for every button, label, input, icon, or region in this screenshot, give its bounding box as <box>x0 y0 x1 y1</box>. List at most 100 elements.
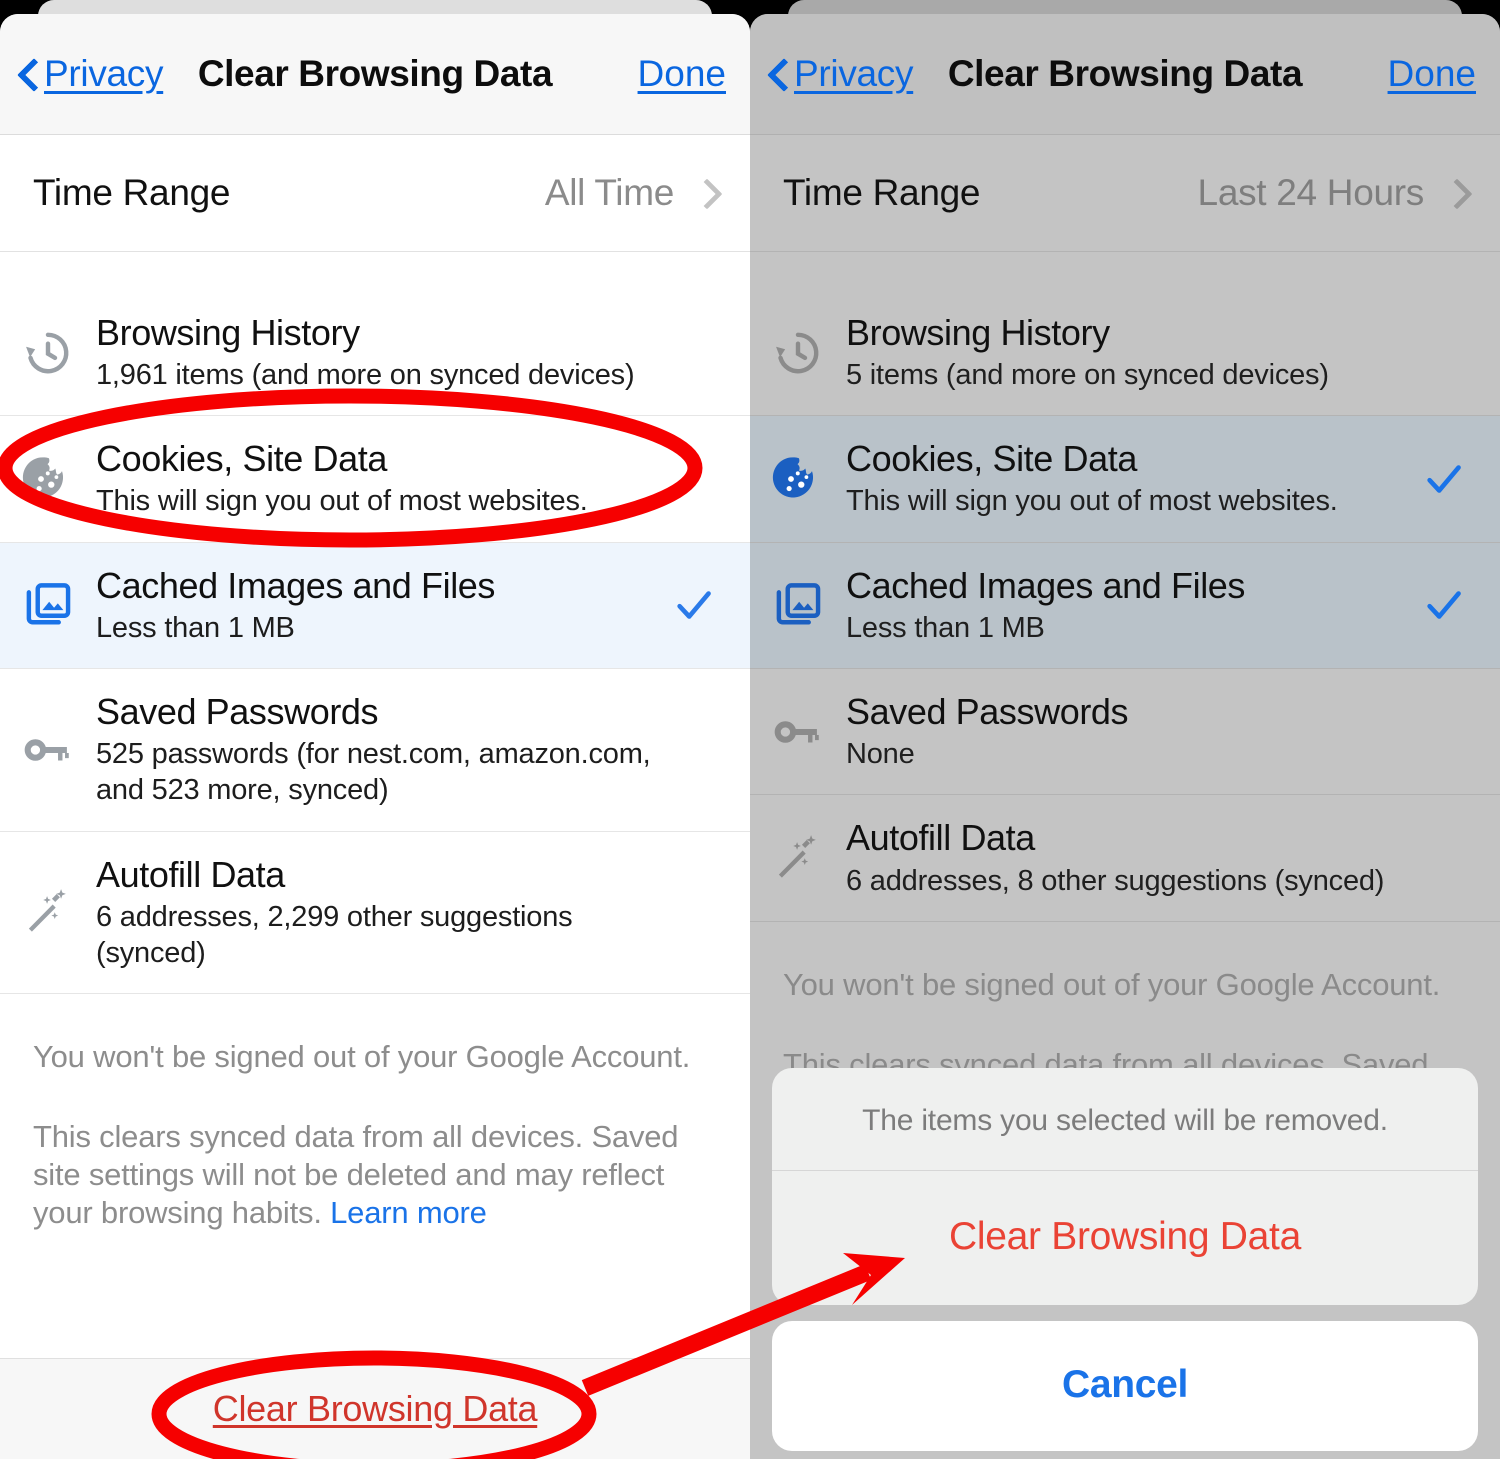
confirm-clear-browsing-data-button[interactable]: Clear Browsing Data <box>772 1171 1478 1305</box>
time-range-label: Time Range <box>33 172 231 213</box>
list-item-subtitle: Less than 1 MB <box>846 611 1045 644</box>
list-item[interactable]: Saved Passwords 525 passwords (for nest.c… <box>0 669 750 832</box>
list-item-title: Saved Passwords <box>846 691 1129 733</box>
list-item-title: Saved Passwords <box>96 691 379 733</box>
list-item-subtitle: 5 items (and more on synced devices) <box>846 359 1329 392</box>
time-range-value: All Time <box>544 172 674 213</box>
data-type-list-left: Browsing History 1,961 items (and more on… <box>0 290 750 995</box>
list-item-icon <box>750 325 846 381</box>
list-item-text: Saved Passwords None <box>846 669 1414 794</box>
list-item-icon <box>750 830 846 886</box>
done-button[interactable]: Done <box>638 53 726 95</box>
cookie-icon <box>22 457 64 498</box>
list-item[interactable]: Saved Passwords None <box>750 669 1500 796</box>
chevron-left-icon <box>768 57 788 91</box>
left-content: Time Range All Time Browsing History 1,96… <box>0 135 750 1232</box>
learn-more-link[interactable]: Learn more <box>330 1195 487 1230</box>
bottom-action-bar: Clear Browsing Data <box>0 1358 750 1459</box>
list-item-title: Autofill Data <box>96 853 285 895</box>
time-range-value: Last 24 Hours <box>1197 172 1425 213</box>
magic-wand-icon <box>28 889 66 933</box>
list-item-check <box>1414 582 1474 628</box>
navigation-bar-left: Privacy Clear Browsing Data Done <box>0 14 750 135</box>
cached-images-icon <box>776 583 821 625</box>
list-item-subtitle: 6 addresses, 8 other suggestions (synced… <box>846 864 1385 897</box>
list-item-title: Cookies, Site Data <box>96 438 387 480</box>
magic-wand-icon <box>778 835 816 878</box>
list-item-icon <box>750 451 846 507</box>
checkmark-icon <box>677 591 711 620</box>
list-item-icon <box>750 577 846 633</box>
panel-right-clear-browsing-data: Privacy Clear Browsing Data Done Time Ra… <box>750 0 1500 1459</box>
list-item-icon <box>750 704 846 760</box>
back-to-privacy-button[interactable]: Privacy <box>18 53 164 95</box>
back-label: Privacy <box>44 53 164 94</box>
list-item-title: Cookies, Site Data <box>846 438 1137 480</box>
list-item[interactable]: Autofill Data 6 addresses, 2,299 other su… <box>0 832 750 995</box>
clear-browsing-data-link[interactable]: Clear Browsing Data <box>213 1388 538 1430</box>
list-item-subtitle: 1,961 items (and more on synced devices) <box>96 359 635 392</box>
left-sheet: Privacy Clear Browsing Data Done Time Ra… <box>0 14 750 1459</box>
history-clock-icon <box>26 332 69 374</box>
list-item-title: Browsing History <box>96 312 360 353</box>
sync-note: This clears synced data from all devices… <box>33 1118 693 1231</box>
list-item-text: Cookies, Site Data This will sign you out… <box>846 416 1414 541</box>
list-item-text: Cached Images and Files Less than 1 MB <box>846 543 1414 668</box>
history-clock-icon <box>776 332 819 374</box>
list-item-text: Autofill Data 6 addresses, 8 other sugges… <box>846 795 1414 920</box>
navigation-bar-right: Privacy Clear Browsing Data Done <box>750 14 1500 135</box>
panel-left-clear-browsing-data: Privacy Clear Browsing Data Done Time Ra… <box>0 0 750 1459</box>
list-item[interactable]: Autofill Data 6 addresses, 8 other sugges… <box>750 795 1500 922</box>
back-label: Privacy <box>794 53 914 94</box>
list-item-title: Cached Images and Files <box>96 564 496 606</box>
list-item-text: Browsing History 1,961 items (and more on… <box>96 290 664 415</box>
list-item-subtitle: 525 passwords (for nest.com, amazon.com,… <box>96 738 651 807</box>
list-item-subtitle: None <box>846 738 915 771</box>
time-range-row[interactable]: Time Range Last 24 Hours <box>750 135 1500 252</box>
action-sheet-group: The items you selected will be removed. … <box>772 1068 1478 1305</box>
checkmark-icon <box>1427 465 1461 493</box>
cancel-button[interactable]: Cancel <box>772 1321 1478 1451</box>
list-item[interactable]: Browsing History 5 items (and more on syn… <box>750 290 1500 417</box>
list-item-icon <box>0 325 96 381</box>
screenshot-stage: Privacy Clear Browsing Data Done Time Ra… <box>0 0 1500 1459</box>
list-item[interactable]: Browsing History 1,961 items (and more on… <box>0 290 750 417</box>
list-item-icon <box>0 451 96 507</box>
list-item-subtitle: Less than 1 MB <box>96 611 295 644</box>
list-item-text: Autofill Data 6 addresses, 2,299 other su… <box>96 832 664 994</box>
key-icon <box>774 721 819 743</box>
done-button[interactable]: Done <box>1388 53 1476 95</box>
list-item-icon <box>0 577 96 633</box>
right-content: Time Range Last 24 Hours Browsing Histor… <box>750 135 1500 1159</box>
list-item-icon <box>0 722 96 778</box>
list-item-subtitle: This will sign you out of most websites. <box>96 485 588 518</box>
list-item-text: Cached Images and Files Less than 1 MB <box>96 543 664 668</box>
list-item[interactable]: Cached Images and Files Less than 1 MB <box>750 542 1500 670</box>
action-sheet-message: The items you selected will be removed. <box>772 1068 1478 1171</box>
chevron-left-icon <box>18 57 38 91</box>
time-range-label: Time Range <box>783 172 981 213</box>
list-item-subtitle: 6 addresses, 2,299 other suggestions (sy… <box>96 900 573 970</box>
chevron-right-icon <box>1444 178 1474 208</box>
list-item-text: Browsing History 5 items (and more on syn… <box>846 290 1414 415</box>
back-to-privacy-button[interactable]: Privacy <box>768 53 914 95</box>
checkmark-icon <box>1427 591 1461 620</box>
list-item[interactable]: Cached Images and Files Less than 1 MB <box>0 542 750 670</box>
left-footer-notes: You won't be signed out of your Google A… <box>0 994 750 1231</box>
cached-images-icon <box>26 583 71 625</box>
list-item-check <box>664 582 724 628</box>
list-item-title: Cached Images and Files <box>846 564 1246 606</box>
list-item[interactable]: Cookies, Site Data This will sign you out… <box>750 416 1500 543</box>
list-item-title: Browsing History <box>846 312 1110 353</box>
google-account-note: You won't be signed out of your Google A… <box>783 966 1441 1002</box>
list-item[interactable]: Cookies, Site Data This will sign you out… <box>0 416 750 543</box>
data-type-list-right: Browsing History 5 items (and more on syn… <box>750 290 1500 922</box>
time-range-row[interactable]: Time Range All Time <box>0 135 750 252</box>
list-item-text: Saved Passwords 525 passwords (for nest.c… <box>96 669 664 831</box>
chevron-right-icon <box>694 178 724 208</box>
clear-data-action-sheet: The items you selected will be removed. … <box>772 1068 1478 1451</box>
list-item-text: Cookies, Site Data This will sign you out… <box>96 416 664 541</box>
list-item-title: Autofill Data <box>846 817 1035 859</box>
